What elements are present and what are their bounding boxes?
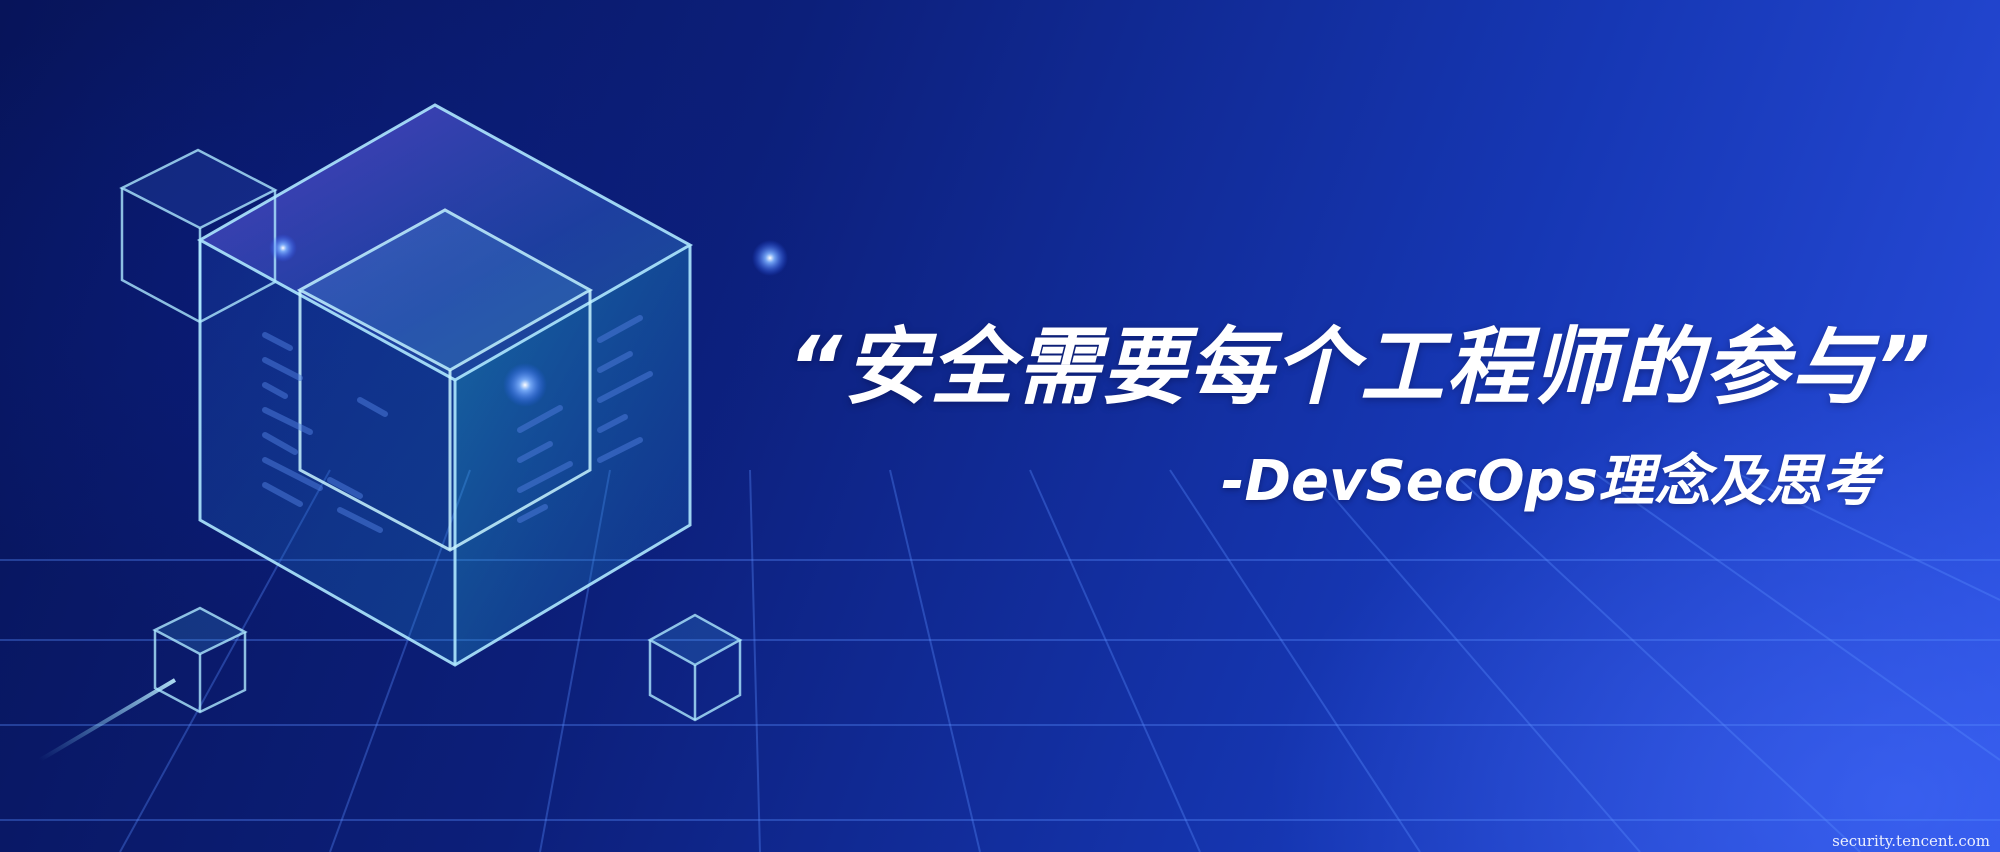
subtitle: -DevSecOps理念及思考 [1221, 449, 1878, 514]
light-streak [38, 678, 177, 762]
headline: “安全需要每个工程师的参与” [787, 318, 1932, 416]
glow-spark-icon [752, 240, 788, 276]
watermark: security.tencent.com [1832, 832, 1990, 850]
glass-cube-small-icon [647, 613, 743, 722]
glow-spark-icon [503, 363, 547, 407]
decorative-scene [0, 103, 2000, 852]
glow-spark-icon [269, 234, 297, 262]
glass-cube-small-icon [152, 606, 248, 714]
banner: “安全需要每个工程师的参与” -DevSecOps理念及思考 security.… [0, 0, 2000, 852]
